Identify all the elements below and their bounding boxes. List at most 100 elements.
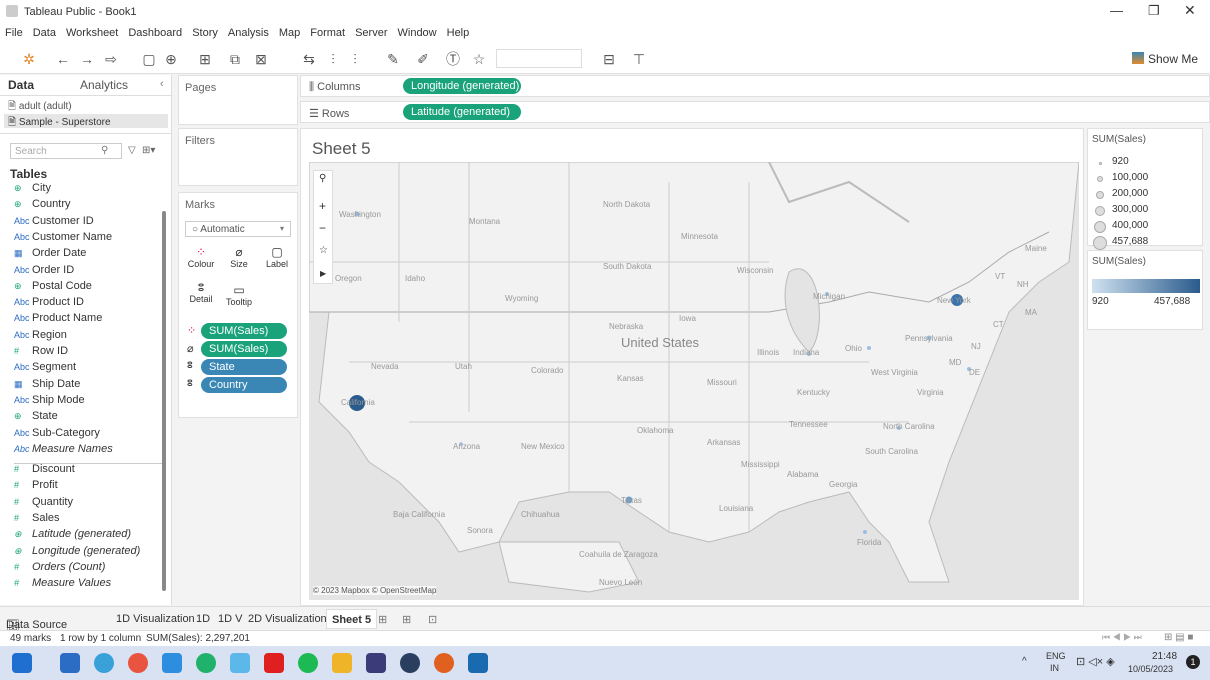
rows-shelf[interactable]: ☰ Rows Latitude (generated)	[300, 101, 1210, 123]
field-item[interactable]: Abc Region	[14, 329, 67, 341]
forward-icon[interactable]: →	[78, 50, 96, 68]
save-icon[interactable]: ▢	[140, 50, 158, 68]
app-icon[interactable]	[366, 653, 386, 673]
menu-map[interactable]: Map	[274, 24, 305, 39]
menu-format[interactable]: Format	[305, 24, 350, 39]
label-button[interactable]: ▢ Label	[259, 245, 295, 279]
fit-dropdown[interactable]	[496, 49, 582, 68]
presentation-icon[interactable]: ⊤	[630, 50, 648, 68]
start-icon[interactable]	[12, 653, 32, 673]
menu-analysis[interactable]: Analysis	[223, 24, 274, 39]
menu-story[interactable]: Story	[187, 24, 223, 39]
highlight-icon[interactable]: ✎	[384, 50, 402, 68]
field-item[interactable]: # Discount	[14, 463, 75, 475]
app-icon[interactable]	[332, 653, 352, 673]
view-options-icon[interactable]: ⊞▾	[142, 145, 155, 156]
chrome-icon[interactable]	[128, 653, 148, 673]
size-button[interactable]: ⌀ Size	[221, 245, 257, 279]
menu-window[interactable]: Window	[393, 24, 442, 39]
filter-icon[interactable]: ▽	[128, 145, 136, 156]
search-input[interactable]: Search ⚲	[10, 143, 122, 159]
tab-1d-visualization[interactable]: 1D Visualization	[116, 613, 195, 625]
field-item[interactable]: ⊕ Postal Code	[14, 280, 92, 292]
marks-pill-size-sales[interactable]: SUM(Sales)	[201, 341, 287, 357]
map-canvas[interactable]: North Dakota Montana Minnesota South Dak…	[309, 162, 1079, 600]
whatsapp-icon[interactable]	[196, 653, 216, 673]
field-item[interactable]: ⊕ Latitude (generated)	[14, 528, 131, 540]
tab-sheet-5[interactable]: Sheet 5	[326, 609, 378, 629]
field-item[interactable]: ▦ Ship Date	[14, 378, 80, 390]
show-me-button[interactable]: Show Me	[1148, 52, 1198, 66]
field-item[interactable]: # Row ID	[14, 345, 68, 357]
restore-icon[interactable]: ❐	[1148, 3, 1160, 19]
group-icon[interactable]: ✐	[414, 50, 432, 68]
field-item[interactable]: Abc Ship Mode	[14, 394, 85, 406]
field-item[interactable]: ▦ Order Date	[14, 247, 86, 259]
field-item[interactable]: ⊕ State	[14, 410, 58, 422]
menu-worksheet[interactable]: Worksheet	[61, 24, 123, 39]
menu-data[interactable]: Data	[28, 24, 61, 39]
scrollbar[interactable]	[162, 211, 166, 591]
app-icon[interactable]	[230, 653, 250, 673]
back-icon[interactable]: ←	[54, 50, 72, 68]
expand-arrow-icon[interactable]: ▶	[320, 269, 326, 278]
search-icon[interactable]: ⚲	[319, 173, 326, 184]
notification-icon[interactable]: 1	[1186, 655, 1200, 669]
tab-1d[interactable]: 1D	[196, 613, 210, 625]
minimize-icon[interactable]: —	[1110, 3, 1123, 18]
field-item[interactable]: Abc Customer ID	[14, 215, 94, 227]
detail-button[interactable]: ⵓ Detail	[183, 283, 219, 317]
nav-arrows-icon[interactable]: ⏮ ◀ ▶ ⏭	[1102, 632, 1142, 643]
field-item[interactable]: ⊕ City	[14, 182, 51, 194]
tab-2d-visualization[interactable]: 2D Visualization	[248, 613, 327, 625]
powerpoint-icon[interactable]	[434, 653, 454, 673]
youtube-icon[interactable]	[264, 653, 284, 673]
zoom-out-icon[interactable]: −	[319, 221, 326, 235]
field-item[interactable]: ⊕ Country	[14, 198, 71, 210]
show-hide-cards-icon[interactable]: ⊟	[600, 50, 618, 68]
new-data-source-icon[interactable]: ⊕	[162, 50, 180, 68]
field-item[interactable]: # Quantity	[14, 496, 73, 508]
sort-desc-icon[interactable]: ⫶	[346, 50, 364, 68]
pin-icon[interactable]: ☆	[470, 50, 488, 68]
field-item[interactable]: Abc Measure Names	[14, 443, 113, 455]
menu-file[interactable]: File	[0, 24, 28, 39]
edge-icon[interactable]	[94, 653, 114, 673]
clock-time[interactable]: 21:48	[1152, 651, 1177, 662]
marks-pill-state[interactable]: State	[201, 359, 287, 375]
swap-icon[interactable]: ⇆	[300, 50, 318, 68]
tooltip-button[interactable]: ▭ Tooltip	[221, 283, 257, 317]
tab-data[interactable]: Data	[8, 78, 34, 92]
field-item[interactable]: Abc Order ID	[14, 264, 74, 276]
chevron-up-icon[interactable]: ^	[1022, 656, 1027, 667]
language-en[interactable]: ENG	[1046, 651, 1066, 661]
spotify-icon[interactable]	[298, 653, 318, 673]
new-dashboard-icon[interactable]: ⊞	[402, 613, 411, 626]
mark-florida[interactable]	[863, 530, 867, 534]
new-worksheet-icon[interactable]: ⊞	[378, 613, 387, 626]
mark-ohio[interactable]	[867, 346, 871, 350]
field-item[interactable]: Abc Segment	[14, 361, 76, 373]
app-icon[interactable]	[400, 653, 420, 673]
columns-pill-longitude[interactable]: Longitude (generated)	[403, 78, 521, 94]
field-item[interactable]: Abc Customer Name	[14, 231, 112, 243]
data-source-icon[interactable]: ⇨	[102, 50, 120, 68]
label-icon[interactable]: Ⓣ	[444, 50, 462, 68]
menu-dashboard[interactable]: Dashboard	[123, 24, 187, 39]
color-legend[interactable]: SUM(Sales) 920 457,688	[1087, 250, 1203, 330]
marks-pill-country[interactable]: Country	[201, 377, 287, 393]
mark-type-dropdown[interactable]: ○ Automatic ▾	[185, 221, 291, 237]
collapse-icon[interactable]: ‹	[160, 78, 164, 90]
field-item[interactable]: ⊕ Longitude (generated)	[14, 545, 140, 557]
field-item[interactable]: # Sales	[14, 512, 60, 524]
duplicate-icon[interactable]: ⧉	[226, 50, 244, 68]
grid-view-icon[interactable]: ⊞ ▤ ■	[1164, 632, 1193, 643]
clear-sheet-icon[interactable]: ⊠	[252, 50, 270, 68]
columns-shelf[interactable]: ⫼ Columns Longitude (generated)	[300, 75, 1210, 97]
tab-analytics[interactable]: Analytics	[80, 78, 128, 92]
field-item[interactable]: Abc Product Name	[14, 312, 102, 324]
field-item[interactable]: # Orders (Count)	[14, 561, 105, 573]
menu-help[interactable]: Help	[442, 24, 475, 39]
tab-1d-v[interactable]: 1D V	[218, 613, 242, 625]
menu-server[interactable]: Server	[350, 24, 392, 39]
